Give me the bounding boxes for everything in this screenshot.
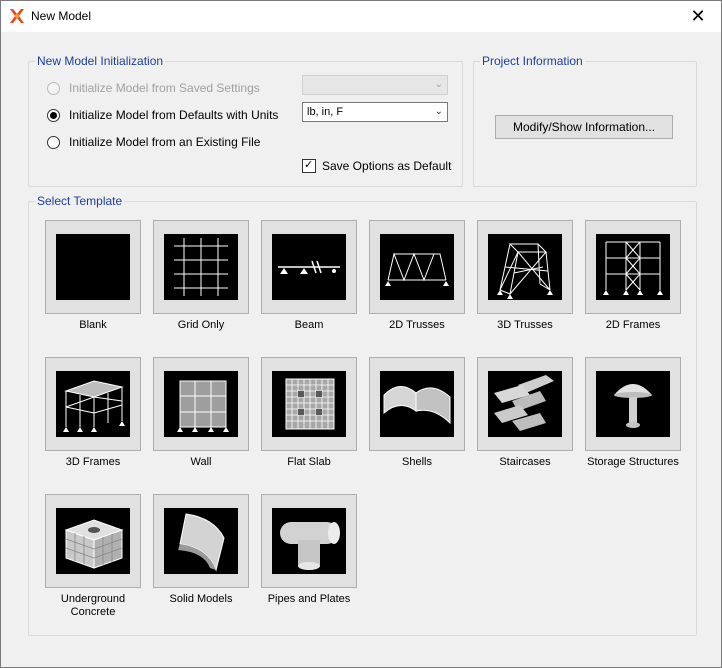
template-2d-frames-button[interactable] xyxy=(585,220,681,314)
save-default-row[interactable]: Save Options as Default xyxy=(302,158,452,173)
template-solid-models-label: Solid Models xyxy=(169,593,233,605)
template-flat-slab-label: Flat Slab xyxy=(287,456,331,468)
template-3d-frames-button[interactable] xyxy=(45,357,141,451)
template-pipes-plates-label: Pipes and Plates xyxy=(267,593,351,605)
template-pipes-plates-button[interactable] xyxy=(261,494,357,588)
beam-template-image xyxy=(272,234,346,300)
flat-slab-template-image xyxy=(272,371,346,437)
template-underground-concrete-button[interactable] xyxy=(45,494,141,588)
template-shells-label: Shells xyxy=(402,456,432,468)
template-3d-trusses-button[interactable] xyxy=(477,220,573,314)
title-bar[interactable]: New Model ✕ xyxy=(1,1,721,32)
blank-template-image xyxy=(56,234,130,300)
defaults-units-radio-row[interactable]: Initialize Model from Defaults with Unit… xyxy=(47,108,278,122)
units-dropdown[interactable]: lb, in, F ⌄ xyxy=(302,102,448,122)
template-staircases-label: Staircases xyxy=(499,456,551,468)
close-button[interactable]: ✕ xyxy=(675,1,721,32)
2d-truss-template-image xyxy=(380,234,454,300)
existing-file-label: Initialize Model from an Existing File xyxy=(69,135,261,149)
saved-settings-label: Initialize Model from Saved Settings xyxy=(69,81,260,95)
3d-truss-template-image xyxy=(488,234,562,300)
modify-show-info-button[interactable]: Modify/Show Information... xyxy=(495,115,673,139)
template-flat-slab-button[interactable] xyxy=(261,357,357,451)
template-beam-label: Beam xyxy=(294,319,324,331)
x-icon xyxy=(10,9,24,23)
saved-settings-radio[interactable] xyxy=(47,81,60,95)
template-group-label: Select Template xyxy=(35,194,125,208)
save-default-checkbox[interactable] xyxy=(302,158,316,173)
template-underground-concrete-label: Underground Concrete xyxy=(60,593,126,618)
template-blank-button[interactable] xyxy=(45,220,141,314)
template-solid-models-button[interactable] xyxy=(153,494,249,588)
template-storage-structures-label: Storage Structures xyxy=(587,456,679,468)
units-value: lb, in, F xyxy=(307,106,344,118)
template-2d-trusses-label: 2D Trusses xyxy=(389,319,445,331)
template-grid-only-button[interactable] xyxy=(153,220,249,314)
window-title: New Model xyxy=(31,9,92,23)
template-grid-only-label: Grid Only xyxy=(177,319,225,331)
template-2d-frames-label: 2D Frames xyxy=(605,319,661,331)
grid-template-image xyxy=(164,234,238,300)
template-blank-label: Blank xyxy=(79,319,107,331)
save-default-label: Save Options as Default xyxy=(322,159,452,173)
project-group-label: Project Information xyxy=(480,54,585,68)
close-icon: ✕ xyxy=(690,6,706,26)
template-beam-button[interactable] xyxy=(261,220,357,314)
template-staircases-button[interactable] xyxy=(477,357,573,451)
defaults-units-label: Initialize Model from Defaults with Unit… xyxy=(69,108,279,122)
saved-settings-radio-row[interactable]: Initialize Model from Saved Settings xyxy=(47,81,260,95)
chevron-down-icon: ⌄ xyxy=(434,79,443,90)
template-2d-trusses-button[interactable] xyxy=(369,220,465,314)
2d-frame-template-image xyxy=(596,234,670,300)
solid-models-template-image xyxy=(164,508,238,574)
chevron-down-icon: ⌄ xyxy=(434,106,443,117)
shells-template-image xyxy=(380,371,454,437)
existing-file-radio-row[interactable]: Initialize Model from an Existing File xyxy=(47,135,260,149)
template-3d-trusses-label: 3D Trusses xyxy=(497,319,553,331)
template-wall-label: Wall xyxy=(190,456,212,468)
underground-concrete-template-image xyxy=(56,508,130,574)
init-group-label: New Model Initialization xyxy=(35,54,166,68)
defaults-units-radio[interactable] xyxy=(47,108,60,122)
saved-settings-dropdown[interactable]: ⌄ xyxy=(302,75,448,95)
storage-template-image xyxy=(596,371,670,437)
existing-file-radio[interactable] xyxy=(47,135,60,149)
template-storage-structures-button[interactable] xyxy=(585,357,681,451)
template-3d-frames-label: 3D Frames xyxy=(65,456,121,468)
new-model-dialog: New Model ✕ New Model Initialization Ini… xyxy=(0,0,722,668)
wall-template-image xyxy=(164,371,238,437)
template-shells-button[interactable] xyxy=(369,357,465,451)
staircases-template-image xyxy=(488,371,562,437)
3d-frame-template-image xyxy=(56,371,130,437)
template-wall-button[interactable] xyxy=(153,357,249,451)
pipes-plates-template-image xyxy=(272,508,346,574)
